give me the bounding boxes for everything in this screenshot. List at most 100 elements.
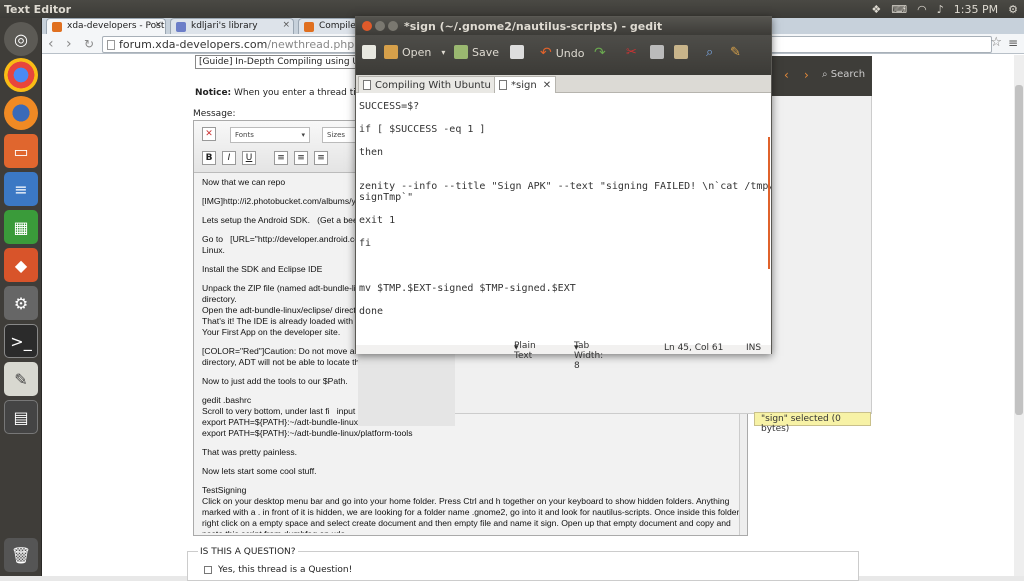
underline-button[interactable]: U xyxy=(242,151,256,165)
tab-width-select[interactable]: Tab Width: 8 ▾ xyxy=(574,341,603,371)
redo-icon: ↷ xyxy=(594,45,606,61)
gear-icon[interactable]: ⚙ xyxy=(1008,3,1018,16)
firefox-icon[interactable] xyxy=(4,96,38,130)
indicator-area: ❖ ⌨ ◠ ♪ 1:35 PM ⚙ xyxy=(871,0,1018,18)
gedit-tab-compiling[interactable]: Compiling With Ubuntu✕ xyxy=(358,76,511,93)
close-icon[interactable]: ✕ xyxy=(543,80,551,91)
question-checkbox[interactable] xyxy=(204,566,212,574)
gedit-titlebar[interactable]: *sign (~/.gnome2/nautilus-scripts) - ged… xyxy=(356,17,771,35)
browser-tab-xda[interactable]: xda-developers - Post New × xyxy=(46,18,166,34)
scrollbar-thumb[interactable] xyxy=(1015,85,1023,415)
close-icon[interactable]: × xyxy=(154,20,162,30)
paste-icon xyxy=(674,45,688,59)
tab-label: *sign xyxy=(511,80,537,91)
ubuntu-dash-icon[interactable]: ◎ xyxy=(4,22,38,56)
page-scrollbar[interactable] xyxy=(1014,55,1024,576)
open-button[interactable]: Open ▾ xyxy=(384,45,445,59)
reload-icon[interactable]: ↻ xyxy=(84,36,94,52)
software-center-icon[interactable]: ◆ xyxy=(4,248,38,282)
code-line: exit 1 xyxy=(359,215,396,226)
align-right-icon[interactable]: ≡ xyxy=(314,151,328,165)
launcher: ◎ ▭ ≡ ▦ ◆ ⚙ >_ ✎ ▤ 🗑 xyxy=(0,18,42,576)
search-button[interactable]: ⌕ Search xyxy=(822,69,865,80)
bold-button[interactable]: B xyxy=(202,151,216,165)
new-document-button[interactable] xyxy=(362,45,376,59)
page-icon xyxy=(107,40,115,50)
align-left-icon[interactable]: ≡ xyxy=(274,151,288,165)
save-button[interactable]: Save xyxy=(454,45,499,59)
forward-icon[interactable]: › xyxy=(66,36,72,52)
clock[interactable]: 1:35 PM xyxy=(954,3,998,16)
remove-format-icon[interactable]: ✕ xyxy=(202,127,216,141)
gedit-text-area[interactable]: SUCCESS=$? if [ $SUCCESS -eq 1 ] then zenit… xyxy=(356,93,771,345)
gedit-statusbar: Plain Text ▾ Tab Width: 8 ▾ Ln 45, Col 6… xyxy=(356,341,771,371)
app-name: Text Editor xyxy=(4,2,72,16)
close-window-icon[interactable] xyxy=(362,21,372,31)
paste-button[interactable] xyxy=(674,45,688,59)
undo-label: Undo xyxy=(555,46,585,60)
dropbox-icon[interactable]: ❖ xyxy=(871,3,881,16)
writer-icon[interactable]: ≡ xyxy=(4,172,38,206)
post-paragraph: TestSigning Click on your desktop menu b… xyxy=(202,485,742,533)
maximize-window-icon[interactable] xyxy=(388,21,398,31)
calc-icon[interactable]: ▦ xyxy=(4,210,38,244)
question-legend: IS THIS A QUESTION? xyxy=(198,547,298,557)
chevron-left-icon[interactable]: ‹ xyxy=(784,68,789,82)
cursor-position: Ln 45, Col 61 xyxy=(664,343,724,353)
redo-button[interactable]: ↷ xyxy=(594,45,606,61)
gedit-tabs: Compiling With Ubuntu✕ *sign ✕ xyxy=(356,75,771,93)
xda-favicon-icon xyxy=(304,22,314,32)
workspaces-icon[interactable]: ▤ xyxy=(4,400,38,434)
cut-button[interactable]: ✂ xyxy=(626,45,637,60)
trash-icon[interactable]: 🗑 xyxy=(4,538,38,572)
replace-button[interactable]: ✎ xyxy=(730,45,741,60)
back-icon[interactable]: ‹ xyxy=(48,36,54,52)
text-editor-icon[interactable]: ✎ xyxy=(4,362,38,396)
gedit-toolbar: Open ▾ Save ↶ Undo ↷ ✂ ⌕ ✎ xyxy=(356,35,771,75)
chevron-right-icon[interactable]: › xyxy=(804,68,809,82)
search-label: Search xyxy=(830,69,866,80)
gedit-window: *sign (~/.gnome2/nautilus-scripts) - ged… xyxy=(355,16,772,371)
insert-mode: INS xyxy=(746,343,762,353)
menu-icon[interactable]: ≡ xyxy=(1008,36,1018,50)
language-select[interactable]: Plain Text ▾ xyxy=(514,341,536,361)
files-icon[interactable]: ▭ xyxy=(4,134,38,168)
fonts-label: Fonts xyxy=(235,131,254,139)
code-line: if [ $SUCCESS -eq 1 ] xyxy=(359,123,486,135)
keyboard-icon[interactable]: ⌨ xyxy=(891,3,907,16)
bookmark-star-icon[interactable]: ☆ xyxy=(990,35,1002,50)
settings-icon[interactable]: ⚙ xyxy=(4,286,38,320)
gedit-tab-sign[interactable]: *sign ✕ xyxy=(494,76,557,93)
notice-label: Notice: xyxy=(195,88,232,98)
close-icon[interactable]: × xyxy=(282,20,290,30)
save-label: Save xyxy=(472,45,500,59)
folder-icon xyxy=(384,45,398,59)
post-paragraph: Now lets start some cool stuff. xyxy=(202,466,317,476)
network-icon[interactable]: ◠ xyxy=(917,3,927,16)
undo-icon: ↶ xyxy=(540,45,552,61)
library-favicon-icon xyxy=(176,22,186,32)
italic-button[interactable]: I xyxy=(222,151,236,165)
print-button[interactable] xyxy=(510,45,524,59)
open-label: Open xyxy=(402,45,432,59)
browser-tab-library[interactable]: kdljari's library × xyxy=(170,18,294,34)
terminal-icon[interactable]: >_ xyxy=(4,324,38,358)
document-icon xyxy=(363,80,371,90)
align-center-icon[interactable]: ≡ xyxy=(294,151,308,165)
language-label: Plain Text xyxy=(514,341,536,361)
chrome-icon[interactable] xyxy=(4,58,38,92)
undo-button[interactable]: ↶ Undo xyxy=(540,45,584,61)
gedit-title: *sign (~/.gnome2/nautilus-scripts) - ged… xyxy=(404,20,663,33)
tab-label: kdljari's library xyxy=(191,21,258,31)
fonts-select[interactable]: Fonts ▾ xyxy=(230,127,310,143)
tab-width-label: Tab Width: 8 xyxy=(574,341,604,371)
browser-tab-compile[interactable]: Compile your xyxy=(298,18,360,34)
dark-header-panel: ‹ › ⌕ Search xyxy=(772,56,872,96)
tab-label: xda-developers - Post New xyxy=(67,21,165,31)
sound-icon[interactable]: ♪ xyxy=(937,3,944,16)
minimize-window-icon[interactable] xyxy=(375,21,385,31)
copy-button[interactable] xyxy=(650,45,664,59)
question-fieldset: IS THIS A QUESTION? Yes, this thread is … xyxy=(187,547,859,581)
code-line: SUCCESS=$? xyxy=(359,101,420,112)
find-button[interactable]: ⌕ xyxy=(706,45,713,60)
